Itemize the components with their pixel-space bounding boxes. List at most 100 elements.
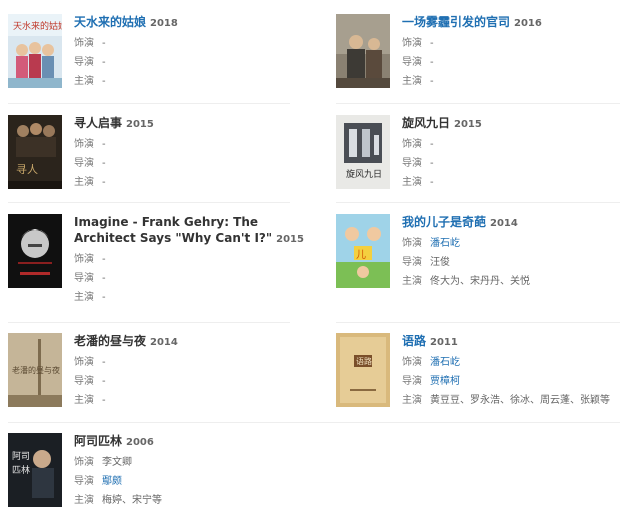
film-title: Imagine - Frank Gehry: The Architect Say… [74, 215, 273, 245]
film-title: 老潘的昼与夜 [74, 334, 147, 348]
director-label: 导演 [402, 376, 422, 387]
film-title[interactable]: 天水来的姑娘 [74, 15, 146, 29]
cast-label: 主演 [74, 177, 94, 188]
film-poster[interactable]: 阿司 匹林 [8, 433, 62, 507]
film-item: 天水来的姑娘 天水来的姑娘 2018 饰演 - 导演 - 主演 - [8, 14, 298, 110]
director-value: - [102, 158, 106, 169]
role-link[interactable]: 潘石屹 [430, 357, 460, 368]
film-poster[interactable] [8, 214, 62, 288]
svg-text:匹林: 匹林 [12, 464, 30, 476]
film-poster[interactable]: 天水来的姑娘 [8, 14, 62, 88]
film-poster[interactable]: 老潘的昼与夜 [8, 333, 62, 407]
cast-label: 主演 [402, 177, 422, 188]
svg-text:阿司: 阿司 [12, 451, 30, 462]
director-label: 导演 [74, 158, 94, 169]
director-label: 导演 [402, 57, 422, 68]
role-value: - [430, 38, 434, 49]
svg-text:旋风九日: 旋风九日 [346, 168, 382, 180]
film-year: 2016 [514, 18, 542, 29]
role-label: 饰演 [402, 357, 422, 368]
film-year: 2014 [150, 337, 178, 348]
cast-value: - [430, 76, 434, 87]
director-label: 导演 [402, 257, 422, 268]
film-item: 语路 语路 2011 饰演 潘石屹 导演 贾樟柯 主演 黄豆豆、罗永浩、徐冰、周云蓬、张… [336, 333, 620, 429]
role-label: 饰演 [402, 139, 422, 150]
svg-text:老潘的昼与夜: 老潘的昼与夜 [12, 365, 60, 375]
film-poster[interactable]: 旋风九日 [336, 115, 390, 189]
cast-label: 主演 [74, 292, 94, 303]
cast-label: 主演 [402, 395, 422, 406]
cast-value: - [102, 395, 106, 406]
film-title[interactable]: 一场雾霾引发的官司 [402, 15, 510, 29]
cast-value: 佟大为、宋丹丹、关悦 [430, 276, 530, 287]
film-item: 阿司 匹林 阿司匹林 2006 饰演 李文卿 导演 鄢颇 主演 梅婷、宋宁等 [8, 433, 298, 529]
film-item: 寻人 寻人启事 2015 饰演 - 导演 - 主演 - [8, 115, 298, 211]
film-year: 2011 [430, 337, 458, 348]
svg-text:寻人: 寻人 [16, 163, 38, 176]
director-label: 导演 [74, 376, 94, 387]
film-title: 阿司匹林 [74, 434, 123, 448]
cast-label: 主演 [402, 276, 422, 287]
director-value: - [102, 376, 106, 387]
film-year: 2018 [150, 18, 178, 29]
cast-value: - [102, 76, 106, 87]
role-value: - [102, 139, 106, 150]
film-item: 一场雾霾引发的官司 2016 饰演 - 导演 - 主演 - [336, 14, 620, 110]
row-divider [336, 322, 620, 323]
role-label: 饰演 [74, 38, 94, 49]
film-item: 儿 我的儿子是奇葩 2014 饰演 潘石屹 导演 汪俊 主演 佟大为、宋丹丹、关悦 [336, 214, 620, 310]
film-poster[interactable]: 语路 [336, 333, 390, 407]
film-poster[interactable]: 寻人 [8, 115, 62, 189]
film-title[interactable]: 我的儿子是奇葩 [402, 215, 486, 229]
film-year: 2014 [490, 218, 518, 229]
film-year: 2015 [454, 119, 482, 130]
role-label: 饰演 [402, 238, 422, 249]
role-value: - [102, 38, 106, 49]
role-label: 饰演 [74, 457, 94, 468]
cast-label: 主演 [74, 495, 94, 506]
svg-text:语路: 语路 [356, 356, 372, 366]
svg-text:儿: 儿 [356, 249, 366, 261]
film-title: 旋风九日 [402, 116, 451, 130]
cast-value: 黄豆豆、罗永浩、徐冰、周云蓬、张颖等 [430, 395, 610, 406]
role-label: 饰演 [74, 139, 94, 150]
film-poster[interactable]: 儿 [336, 214, 390, 288]
director-label: 导演 [402, 158, 422, 169]
film-year: 2015 [126, 119, 154, 130]
cast-value: - [430, 177, 434, 188]
film-item: 旋风九日 旋风九日 2015 饰演 - 导演 - 主演 - [336, 115, 620, 211]
film-year: 2006 [126, 437, 154, 448]
director-value: - [102, 57, 106, 68]
director-link[interactable]: 贾樟柯 [430, 376, 460, 387]
director-value: 汪俊 [430, 257, 450, 268]
role-value: - [102, 254, 106, 265]
filmography-grid: 天水来的姑娘 天水来的姑娘 2018 饰演 - 导演 - 主演 - 一场雾霾引发… [0, 0, 620, 519]
svg-text:天水来的姑娘: 天水来的姑娘 [13, 20, 62, 32]
director-label: 导演 [74, 57, 94, 68]
cast-value: - [102, 177, 106, 188]
film-title: 寻人启事 [74, 116, 123, 130]
role-label: 饰演 [402, 38, 422, 49]
film-title[interactable]: 语路 [402, 334, 426, 348]
cast-value: - [102, 292, 106, 303]
role-link[interactable]: 潘石屹 [430, 238, 460, 249]
director-value: - [430, 158, 434, 169]
film-item: 老潘的昼与夜 老潘的昼与夜 2014 饰演 - 导演 - 主演 - [8, 333, 298, 429]
role-value: 李文卿 [102, 457, 132, 468]
director-value: - [102, 273, 106, 284]
role-label: 饰演 [74, 254, 94, 265]
film-item: Imagine - Frank Gehry: The Architect Say… [8, 214, 308, 310]
film-year: 2015 [276, 234, 304, 245]
cast-label: 主演 [74, 395, 94, 406]
director-link[interactable]: 鄢颇 [102, 476, 122, 487]
director-label: 导演 [74, 273, 94, 284]
role-label: 饰演 [74, 357, 94, 368]
cast-value: 梅婷、宋宁等 [102, 495, 162, 506]
film-poster[interactable] [336, 14, 390, 88]
role-value: - [102, 357, 106, 368]
role-value: - [430, 139, 434, 150]
row-divider [8, 322, 290, 323]
cast-label: 主演 [74, 76, 94, 87]
director-value: - [430, 57, 434, 68]
cast-label: 主演 [402, 76, 422, 87]
